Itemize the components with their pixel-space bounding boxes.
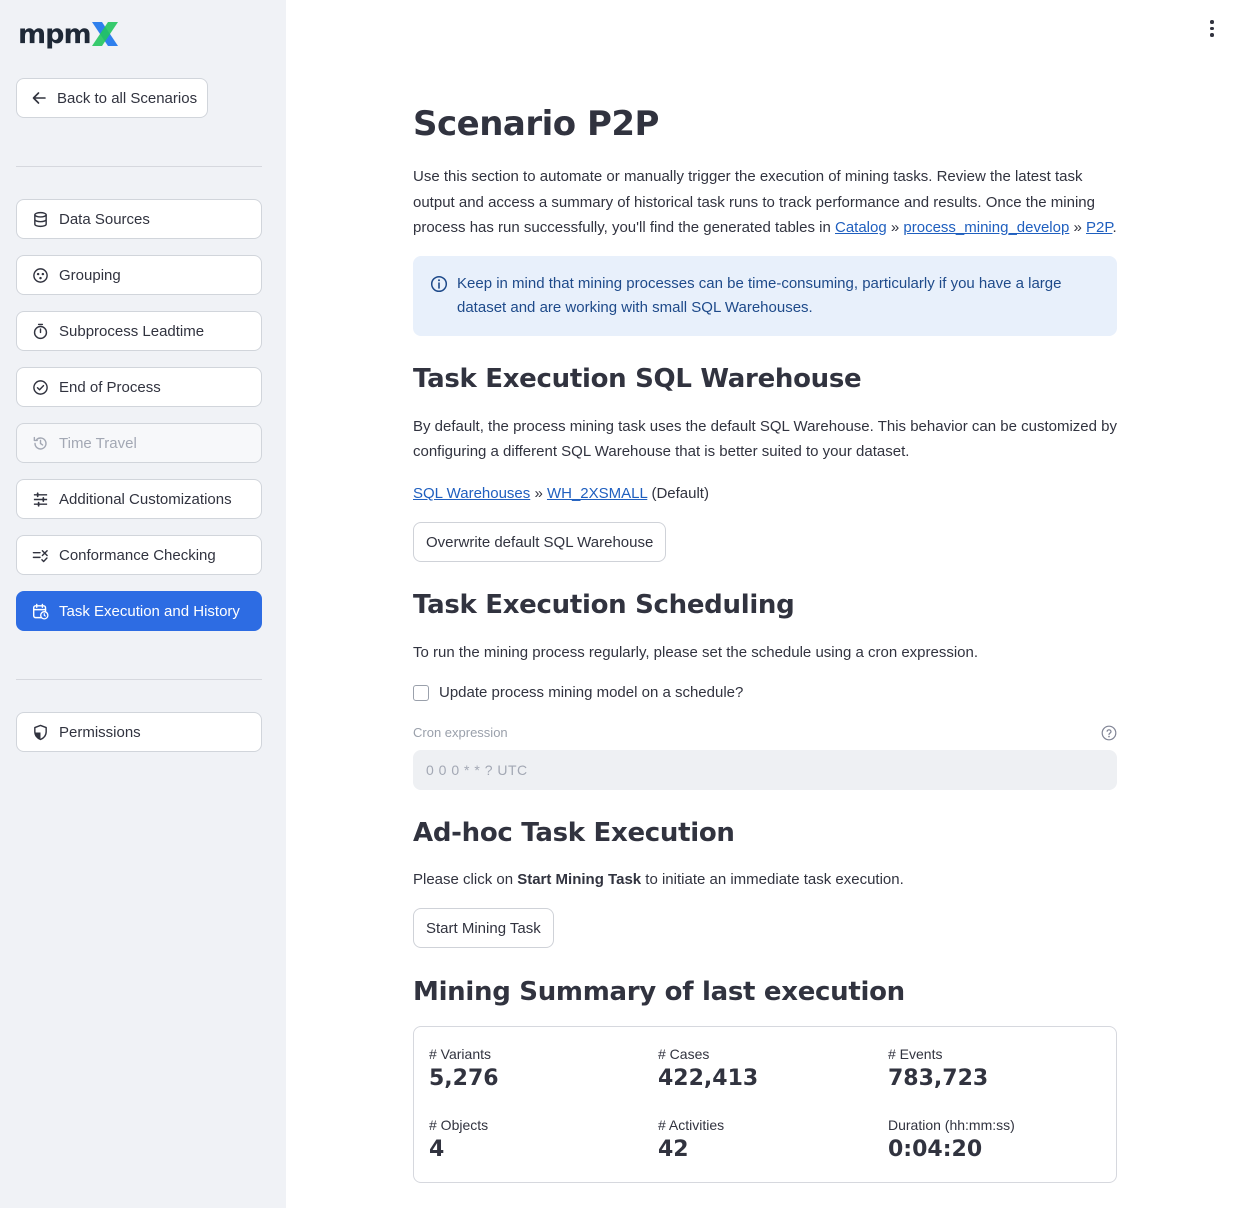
metric-label: # Cases [658, 1046, 710, 1062]
dot [1210, 26, 1214, 30]
sidebar-item-permissions[interactable]: Permissions [16, 712, 262, 752]
metric-label: # Activities [658, 1117, 725, 1133]
sidebar-item-time-travel[interactable]: Time Travel [16, 423, 262, 463]
scheduling-description: To run the mining process regularly, ple… [413, 644, 979, 661]
sidebar-item-label: Data Sources [59, 210, 150, 228]
database-icon [31, 210, 49, 228]
summary-heading: Mining Summary of last execution [413, 977, 905, 1007]
wh-2xsmall-link[interactable]: WH_2XSMALL [547, 485, 647, 502]
info-icon [430, 275, 448, 293]
logo-text: mpm [18, 18, 92, 50]
warehouse-heading: Task Execution SQL Warehouse [413, 364, 862, 394]
info-text: Keep in mind that mining processes can b… [457, 275, 1062, 316]
metric-activities: # Activities 42 [658, 1117, 724, 1162]
cron-expression-input[interactable]: 0 0 0 * * ? UTC [413, 750, 1117, 790]
sidebar-item-conformance-checking[interactable]: Conformance Checking [16, 535, 262, 575]
history-icon [31, 434, 49, 452]
adhoc-text-bold: Start Mining Task [517, 871, 642, 888]
warehouse-description: By default, the process mining task uses… [413, 418, 1117, 460]
back-button-label: Back to all Scenarios [57, 89, 198, 107]
schedule-checkbox-label: Update process mining model on a schedul… [439, 684, 744, 701]
metric-label: # Variants [429, 1046, 491, 1062]
sidebar-item-data-sources[interactable]: Data Sources [16, 199, 262, 239]
scheduling-heading: Task Execution Scheduling [413, 590, 795, 620]
dot [1210, 20, 1214, 24]
cron-field-label: Cron expression [413, 725, 508, 740]
sliders-icon [31, 490, 49, 508]
sidebar-item-label: Time Travel [59, 434, 137, 452]
sidebar-item-label: Permissions [59, 723, 141, 741]
metric-label: Duration (hh:mm:ss) [888, 1117, 1015, 1133]
metric-value: 42 [658, 1137, 689, 1162]
sidebar-item-subprocess-leadtime[interactable]: Subprocess Leadtime [16, 311, 262, 351]
back-to-scenarios-button[interactable]: Back to all Scenarios [16, 78, 208, 118]
adhoc-text-after: to initiate an immediate task execution. [641, 871, 904, 888]
metric-value: 0:04:20 [888, 1137, 983, 1162]
adhoc-text-before: Please click on [413, 871, 518, 888]
sidebar-divider [16, 679, 262, 680]
sidebar-item-label: Additional Customizations [59, 490, 232, 508]
metric-objects: # Objects 4 [429, 1117, 488, 1162]
sidebar-item-label: Grouping [59, 266, 121, 284]
conformance-icon [31, 546, 49, 564]
sidebar-item-end-of-process[interactable]: End of Process [16, 367, 262, 407]
metric-value: 5,276 [429, 1066, 499, 1091]
metric-cases: # Cases 422,413 [658, 1046, 758, 1091]
catalog-link[interactable]: Catalog [835, 219, 887, 236]
stopwatch-icon [31, 322, 49, 340]
calendar-clock-icon [31, 602, 49, 620]
metric-events: # Events 783,723 [888, 1046, 988, 1091]
check-circle-icon [31, 378, 49, 396]
sidebar-item-task-execution-history[interactable]: Task Execution and History [16, 591, 262, 631]
shield-icon [31, 723, 49, 741]
grouping-icon [31, 266, 49, 284]
intro-paragraph: Use this section to automate or manually… [413, 168, 1117, 236]
sidebar-item-label: Conformance Checking [59, 546, 216, 564]
sidebar-item-label: Subprocess Leadtime [59, 322, 205, 340]
schedule-checkbox-row[interactable]: Update process mining model on a schedul… [413, 684, 743, 701]
mpmx-logo: mpm [18, 18, 120, 50]
page-title: Scenario P2P [413, 104, 659, 144]
metric-value: 4 [429, 1137, 445, 1162]
main-menu-button[interactable] [1204, 18, 1220, 38]
start-mining-task-button[interactable]: Start Mining Task [413, 908, 554, 948]
adhoc-description: Please click on Start Mining Task to ini… [413, 867, 1117, 892]
metric-label: # Objects [429, 1117, 489, 1133]
metric-variants: # Variants 5,276 [429, 1046, 499, 1091]
sidebar-item-label: End of Process [59, 378, 161, 396]
sidebar: mpm Back to all Scenarios Data Sources G… [0, 0, 286, 1208]
sql-warehouses-link[interactable]: SQL Warehouses [413, 485, 530, 502]
info-alert: Keep in mind that mining processes can b… [413, 256, 1117, 336]
schema-link[interactable]: process_mining_develop [903, 219, 1069, 236]
adhoc-heading: Ad-hoc Task Execution [413, 818, 735, 848]
logo-mark-icon [91, 22, 118, 46]
metric-label: # Events [888, 1046, 943, 1062]
p2p-link[interactable]: P2P [1086, 219, 1112, 236]
mining-summary-card: # Variants 5,276 # Cases 422,413 # Event… [413, 1026, 1117, 1183]
sidebar-item-grouping[interactable]: Grouping [16, 255, 262, 295]
default-suffix: (Default) [651, 485, 709, 502]
schedule-checkbox[interactable] [413, 684, 429, 701]
dot [1210, 33, 1214, 37]
warehouse-path: SQL Warehouses » WH_2XSMALL (Default) [413, 485, 709, 502]
sidebar-divider [16, 166, 262, 167]
metric-value: 783,723 [888, 1066, 989, 1091]
sidebar-item-additional-customizations[interactable]: Additional Customizations [16, 479, 262, 519]
metric-duration: Duration (hh:mm:ss) 0:04:20 [888, 1117, 1015, 1162]
sidebar-item-label: Task Execution and History [59, 602, 240, 620]
overwrite-warehouse-button[interactable]: Overwrite default SQL Warehouse [413, 522, 667, 562]
metric-value: 422,413 [658, 1066, 759, 1091]
help-icon[interactable] [1101, 725, 1117, 741]
arrow-left-icon [32, 92, 46, 104]
